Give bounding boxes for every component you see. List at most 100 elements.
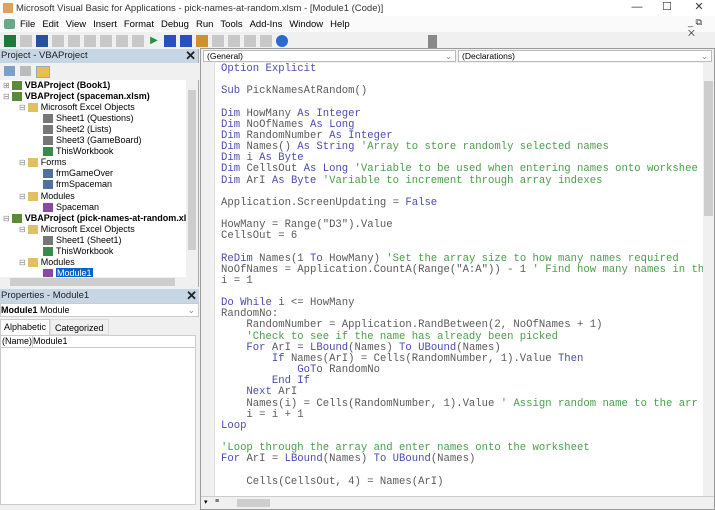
procedure-combo[interactable]: (Declarations) ⌄ xyxy=(458,50,712,62)
comment: ' Find how many names in th xyxy=(532,263,703,276)
tree-node[interactable]: Module1 xyxy=(35,267,93,277)
tree-node[interactable]: Sheet1 (Questions) xyxy=(35,113,134,124)
menu-run[interactable]: Run xyxy=(196,19,213,30)
object-combo[interactable]: (General) ⌄ xyxy=(203,50,456,62)
run-icon[interactable]: ▶ xyxy=(148,35,160,47)
tree-node[interactable]: ⊟ Microsoft Excel Objects xyxy=(19,102,135,113)
copy-icon[interactable] xyxy=(68,34,80,47)
tab-categorized[interactable]: Categorized xyxy=(50,319,109,335)
redo-icon[interactable] xyxy=(132,34,144,47)
module-icon xyxy=(43,202,53,212)
minimize-button[interactable]: — xyxy=(622,0,652,16)
tree-node[interactable]: ThisWorkbook xyxy=(35,246,113,257)
paste-icon[interactable] xyxy=(84,34,96,47)
tree-node[interactable]: ⊟ Modules xyxy=(19,191,75,202)
folder-icon xyxy=(27,191,38,201)
keyword: Dim xyxy=(221,174,247,187)
view-code-icon[interactable] xyxy=(4,66,15,76)
code-line[interactable]: Application.ScreenUpdating = False xyxy=(221,197,437,209)
menu-help[interactable]: Help xyxy=(330,19,350,30)
tree-node[interactable]: frmSpaceman xyxy=(35,179,112,190)
tree-node[interactable]: Sheet1 (Sheet1) xyxy=(35,235,122,246)
collapse-icon[interactable]: ⊟ xyxy=(19,191,26,202)
form-icon xyxy=(43,169,53,179)
close-project-explorer-icon[interactable]: ✕ xyxy=(185,49,196,63)
procedure-view-button[interactable]: ▾ xyxy=(204,498,208,506)
project-explorer-icon[interactable] xyxy=(212,34,224,47)
menu-format[interactable]: Format xyxy=(124,19,154,30)
code-line[interactable]: For ArI = LBound(Names) To UBound(Names) xyxy=(221,454,475,465)
object-browser-icon[interactable] xyxy=(244,34,256,47)
tree-node[interactable]: ⊟ Microsoft Excel Objects xyxy=(19,224,135,235)
code-editor[interactable]: Option Explicit Sub PickNamesAtRandom() Di… xyxy=(215,63,703,496)
menu-view[interactable]: View xyxy=(66,19,86,30)
tree-node-label: VBAProject (spaceman.xlsm) xyxy=(24,91,150,102)
tab-alphabetic[interactable]: Alphabetic xyxy=(0,319,51,335)
tree-node[interactable]: Sheet2 (Lists) xyxy=(35,124,112,135)
close-properties-icon[interactable]: ✕ xyxy=(186,289,197,303)
menu-bar: _ ⧉ ✕ File Edit View Insert Format Debug Run To… xyxy=(0,16,715,38)
object-dropdown[interactable]: Module1 Module ⌄ xyxy=(0,303,199,317)
insert-userform-icon[interactable] xyxy=(20,34,32,47)
undo-icon[interactable] xyxy=(116,34,128,47)
standard-toolbar: ▶ xyxy=(0,32,440,49)
reset-icon[interactable] xyxy=(180,34,192,47)
code-line[interactable]: Cells(CellsOut, 4) = Names(ArI) xyxy=(221,476,443,488)
tree-node[interactable]: Sheet3 (GameBoard) xyxy=(35,135,142,146)
maximize-button[interactable]: ☐ xyxy=(652,0,682,16)
toggle-folders-icon[interactable] xyxy=(36,66,50,78)
tree-node[interactable]: ⊟ VBAProject (pick-names-at-random.xlsm) xyxy=(3,213,186,224)
toolbox-icon[interactable] xyxy=(260,34,272,47)
menu-tools[interactable]: Tools xyxy=(220,19,242,30)
code-line[interactable]: Dim ArI As Byte 'Variable to increment t… xyxy=(221,174,602,187)
code-line[interactable]: Option Explicit xyxy=(221,64,316,75)
margin-indicator-bar[interactable] xyxy=(201,63,215,496)
tree-node[interactable]: ⊟ Modules xyxy=(19,257,75,268)
find-icon[interactable] xyxy=(100,34,112,47)
collapse-icon[interactable]: ⊟ xyxy=(19,257,26,268)
tree-node-label: VBAProject (pick-names-at-random.xlsm) xyxy=(24,212,186,223)
collapse-icon[interactable]: ⊟ xyxy=(19,102,26,113)
excel-icon[interactable] xyxy=(4,34,16,47)
menu-window[interactable]: Window xyxy=(289,19,323,30)
tree-node[interactable]: ThisWorkbook xyxy=(35,146,113,157)
full-module-view-button[interactable]: ≡ xyxy=(215,498,219,505)
tree-node[interactable]: ⊞ VBAProject (Book1) xyxy=(3,80,110,91)
menu-add-ins[interactable]: Add-Ins xyxy=(250,19,283,30)
property-row[interactable]: (Name) Module1 xyxy=(1,336,195,348)
vba-menu-icon[interactable] xyxy=(4,19,15,29)
tree-vertical-scrollbar[interactable] xyxy=(186,80,198,277)
toolbar-options-icon[interactable] xyxy=(428,35,437,49)
design-mode-icon[interactable] xyxy=(196,34,208,47)
code-text: PickNamesAtRandom() xyxy=(246,85,368,98)
code-line[interactable]: Sub PickNamesAtRandom() xyxy=(221,86,367,97)
collapse-icon[interactable]: ⊟ xyxy=(3,213,10,224)
collapse-icon[interactable]: ⊟ xyxy=(19,157,26,168)
menu-file[interactable]: File xyxy=(20,19,35,30)
tree-node[interactable]: ⊟ VBAProject (spaceman.xlsm) xyxy=(3,91,150,102)
tree-node[interactable]: ⊟ Forms xyxy=(19,157,66,168)
menu-debug[interactable]: Debug xyxy=(161,19,189,30)
code-text: (Names) xyxy=(430,453,476,466)
collapse-icon[interactable]: ⊟ xyxy=(3,91,10,102)
menu-insert[interactable]: Insert xyxy=(93,19,117,30)
cut-icon[interactable] xyxy=(52,34,64,47)
expand-icon[interactable]: ⊞ xyxy=(3,80,10,91)
code-line[interactable]: Loop xyxy=(221,420,246,432)
view-object-icon[interactable] xyxy=(20,66,31,76)
collapse-icon[interactable]: ⊟ xyxy=(19,224,26,235)
break-icon[interactable] xyxy=(164,34,176,47)
tree-node[interactable]: Spaceman xyxy=(35,202,99,213)
code-horizontal-scrollbar[interactable]: ▾ ≡ xyxy=(201,496,714,508)
code-line[interactable]: i = 1 xyxy=(221,275,253,287)
menu-edit[interactable]: Edit xyxy=(42,19,58,30)
save-icon[interactable] xyxy=(36,34,48,47)
code-line[interactable]: NoOfNames = Application.CountA(Range("A:… xyxy=(221,263,703,276)
help-icon[interactable] xyxy=(276,34,288,47)
code-vertical-scrollbar[interactable] xyxy=(703,63,714,496)
code-line[interactable]: CellsOut = 6 xyxy=(221,231,297,242)
tree-node[interactable]: frmGameOver xyxy=(35,168,113,179)
properties-icon[interactable] xyxy=(228,34,240,47)
close-button[interactable]: ✕ xyxy=(684,0,714,16)
tree-horizontal-scrollbar[interactable] xyxy=(0,277,198,287)
